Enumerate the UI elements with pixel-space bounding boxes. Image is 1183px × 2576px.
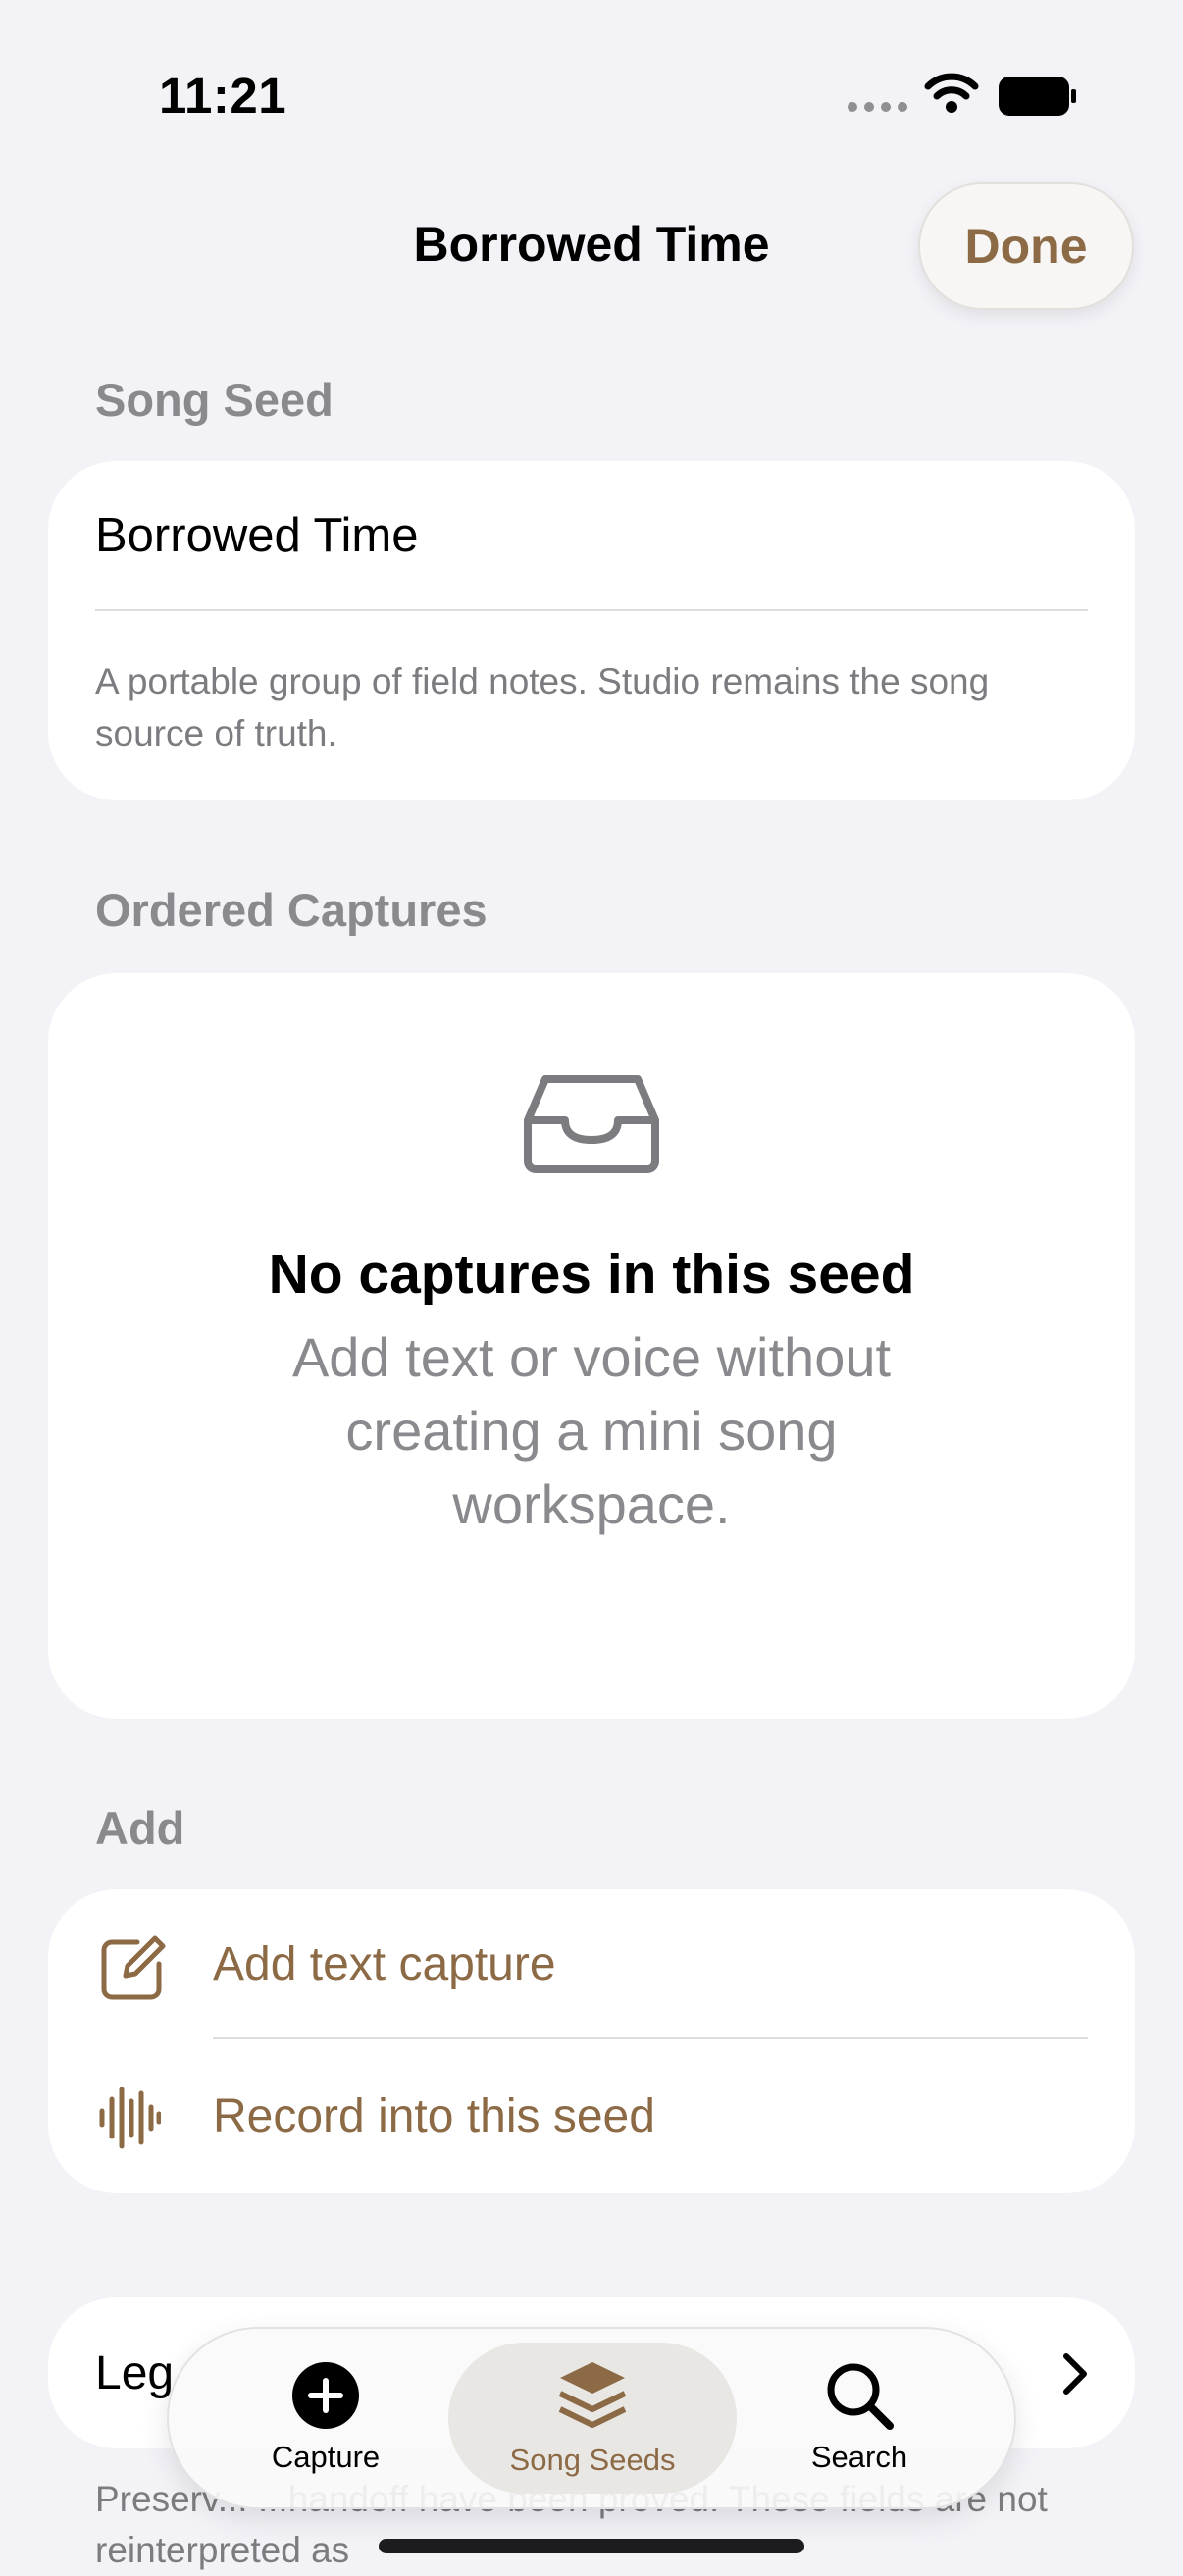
empty-state-title: No captures in this seed [268,1243,915,1306]
divider [95,609,1088,611]
plus-circle-icon [292,2362,359,2429]
seed-name-field[interactable]: Borrowed Time [95,508,419,563]
empty-state-subtitle: Add text or voice without creating a min… [291,1326,892,1535]
tab-search-label: Search [810,2440,908,2474]
tab-song-seeds[interactable]: Song Seeds [448,2329,737,2507]
wifi-icon [924,73,979,113]
section-header-add: Add [95,1802,185,1854]
tab-bar: Capture Song Seeds Search [167,2327,1016,2509]
section-header-ordered-captures: Ordered Captures [95,884,488,936]
battery-icon [999,77,1076,116]
tab-song-seeds-label: Song Seeds [509,2443,676,2477]
tray-icon [524,1075,659,1173]
divider [213,2037,1088,2039]
waveform-icon [99,2087,161,2149]
record-into-seed-button[interactable]: Record into this seed [213,2089,655,2143]
status-time: 11:21 [159,68,287,124]
done-button[interactable]: Done [918,182,1134,310]
add-card [48,1889,1135,2193]
legacy-row-label: Leg [95,2347,175,2399]
cellular-dots-icon [848,102,907,112]
section-header-song-seed: Song Seed [95,374,334,426]
tab-search[interactable]: Search [742,2329,977,2507]
seed-description: A portable group of field notes. Studio … [95,661,990,753]
home-indicator [379,2539,804,2553]
stack-icon [558,2362,627,2428]
chevron-right-icon [1063,2353,1087,2395]
tab-capture[interactable]: Capture [208,2329,443,2507]
magnifier-icon [827,2363,894,2430]
square-and-pencil-icon [101,1935,166,2000]
tab-capture-label: Capture [271,2440,381,2474]
add-text-capture-button[interactable]: Add text capture [213,1937,556,1991]
